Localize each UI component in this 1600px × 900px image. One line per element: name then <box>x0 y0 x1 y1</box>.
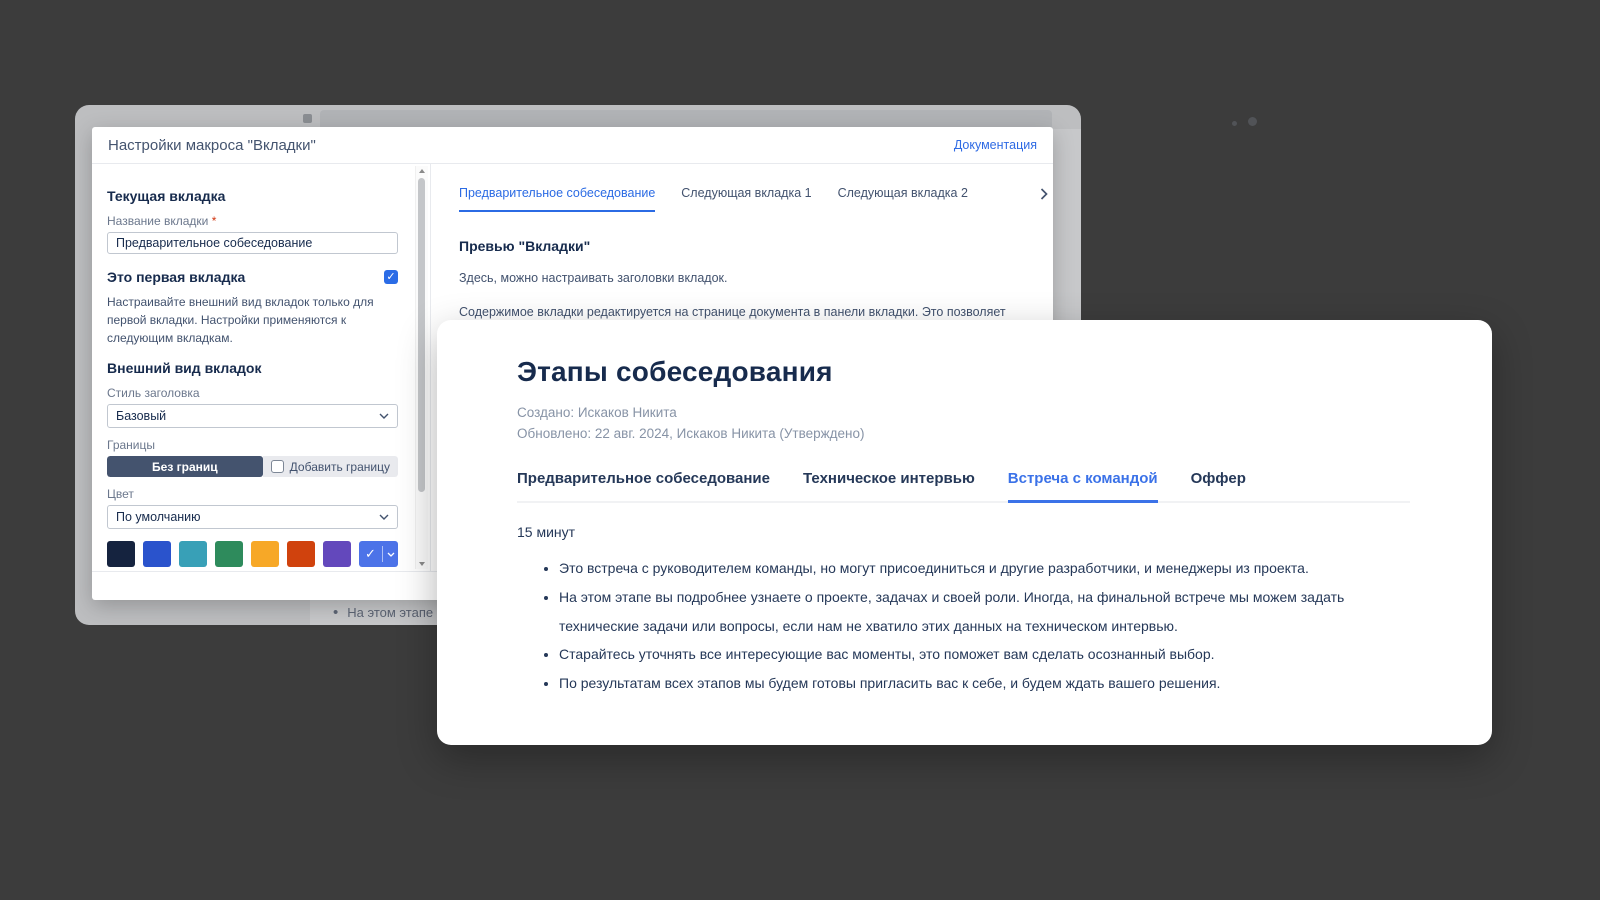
swatch-amber[interactable] <box>251 541 279 567</box>
doc-tab-4[interactable]: Оффер <box>1191 470 1246 503</box>
gear-icon <box>1248 117 1257 126</box>
bullet-icon: • <box>333 605 338 620</box>
doc-tab-2[interactable]: Техническое интервью <box>803 470 975 503</box>
section-appearance-heading: Внешний вид вкладок <box>107 360 398 376</box>
swatch-blue[interactable] <box>143 541 171 567</box>
first-tab-checkbox[interactable]: ✓ <box>384 270 398 284</box>
settings-scrollbar[interactable] <box>415 166 428 569</box>
tab-name-label: Название вкладки * <box>107 214 398 228</box>
borders-label: Границы <box>107 438 398 452</box>
section-current-tab-heading: Текущая вкладка <box>107 188 398 204</box>
borders-off-segment[interactable]: Без границ <box>107 456 263 477</box>
check-icon: ✓ <box>359 546 383 562</box>
list-item: На этом этапе вы подробнее узнаете о про… <box>559 583 1410 641</box>
header-style-select[interactable]: Базовый <box>107 404 398 428</box>
plus-icon <box>1232 121 1237 126</box>
updated-line: Обновлено: 22 авг. 2024, Искаков Никита … <box>517 424 1410 445</box>
required-asterisk: * <box>212 214 217 228</box>
preview-paragraph-1: Здесь, можно настраивать заголовки вклад… <box>459 269 1035 288</box>
document-tabs: Предварительное собеседование Техническо… <box>517 470 1410 503</box>
page-title: Этапы собеседования <box>517 356 1410 388</box>
swatch-green[interactable] <box>215 541 243 567</box>
chevron-down-icon <box>379 413 389 419</box>
borders-add-label: Добавить границу <box>290 460 390 474</box>
page-meta: Создано: Искаков Никита Обновлено: 22 ав… <box>517 403 1410 445</box>
header-style-value: Базовый <box>116 409 166 423</box>
documentation-link[interactable]: Документация <box>954 138 1037 152</box>
chevron-right-icon[interactable] <box>1040 188 1048 200</box>
list-item: Это встреча с руководителем команды, но … <box>559 554 1410 583</box>
swatch-purple[interactable] <box>323 541 351 567</box>
add-border-checkbox[interactable] <box>271 460 284 473</box>
interview-stages-card: Этапы собеседования Создано: Искаков Ник… <box>437 320 1492 745</box>
created-line: Создано: Искаков Никита <box>517 403 1410 424</box>
first-tab-label: Это первая вкладка <box>107 269 245 285</box>
swatch-teal[interactable] <box>179 541 207 567</box>
check-icon: ✓ <box>386 272 395 283</box>
preview-tab-1[interactable]: Предварительное собеседование <box>459 186 655 212</box>
page-icon <box>303 114 312 123</box>
first-tab-hint: Настраивайте внешний вид вкладок только … <box>107 293 398 347</box>
apply-color-split-button[interactable]: ✓ <box>359 541 398 567</box>
preview-tab-3[interactable]: Следующая вкладка 2 <box>838 186 968 212</box>
color-value: По умолчанию <box>116 510 201 524</box>
bullet-list: Это встреча с руководителем команды, но … <box>517 554 1410 698</box>
duration-text: 15 минут <box>517 524 1410 540</box>
chevron-down-icon[interactable] <box>383 552 398 557</box>
dialog-title: Настройки макроса "Вкладки" <box>108 137 316 154</box>
tab-name-input[interactable] <box>107 232 398 254</box>
scroll-up-arrow[interactable] <box>416 166 428 176</box>
scrollbar-thumb[interactable] <box>418 178 425 492</box>
dialog-header: Настройки макроса "Вкладки" Документация <box>92 127 1053 164</box>
swatch-navy[interactable] <box>107 541 135 567</box>
list-item: Старайтесь уточнять все интересующие вас… <box>559 640 1410 669</box>
preview-heading: Превью "Вкладки" <box>459 238 1035 254</box>
color-select[interactable]: По умолчанию <box>107 505 398 529</box>
color-label: Цвет <box>107 487 398 501</box>
header-style-label: Стиль заголовка <box>107 386 398 400</box>
list-item: По результатам всех этапов мы будем гото… <box>559 669 1410 698</box>
doc-tab-1[interactable]: Предварительное собеседование <box>517 470 770 503</box>
first-tab-row: Это первая вкладка ✓ <box>107 269 398 285</box>
settings-panel: Текущая вкладка Название вкладки * Это п… <box>92 164 431 571</box>
doc-tab-3[interactable]: Встреча с командой <box>1008 470 1158 503</box>
color-swatches: ✓ <box>107 541 398 567</box>
borders-add-segment[interactable]: Добавить границу <box>263 456 398 477</box>
chevron-down-icon <box>379 514 389 520</box>
borders-segmented-control: Без границ Добавить границу <box>107 456 398 477</box>
preview-tabs: Предварительное собеседование Следующая … <box>459 186 1035 216</box>
preview-paragraph-2: Содержимое вкладки редактируется на стра… <box>459 303 1035 322</box>
scroll-down-arrow[interactable] <box>416 559 428 569</box>
swatch-red[interactable] <box>287 541 315 567</box>
preview-tab-2[interactable]: Следующая вкладка 1 <box>681 186 811 212</box>
